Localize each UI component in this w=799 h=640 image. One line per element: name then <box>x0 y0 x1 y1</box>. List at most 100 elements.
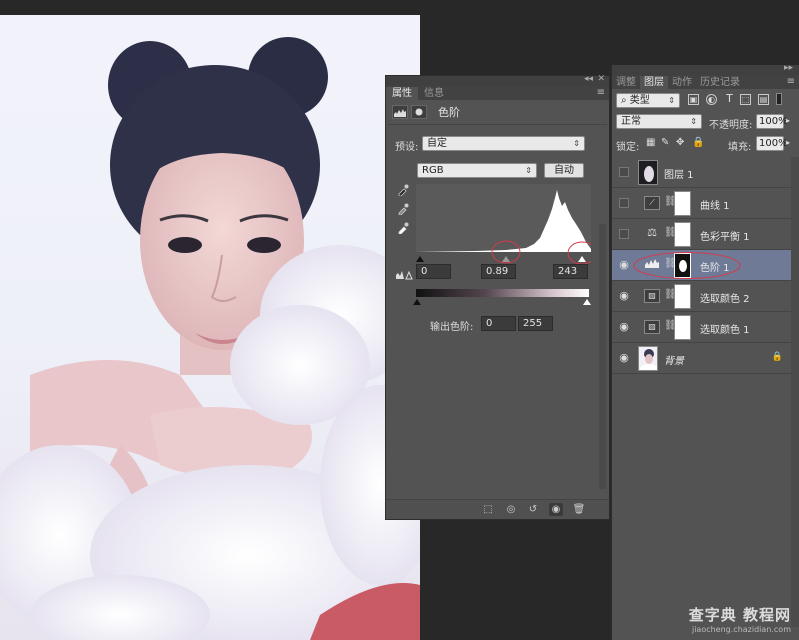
layer-row-selective-color1[interactable]: ◉ ▨ ⛓ 选取颜色 1 <box>612 312 799 343</box>
layers-tabs: 调整 图层 动作 历史记录 ≡ <box>612 75 799 89</box>
visibility-eye-icon[interactable]: ◉ <box>549 503 563 516</box>
lock-icon: 🔒 <box>771 352 783 362</box>
histogram <box>416 184 591 264</box>
eye-icon[interactable]: ◉ <box>617 320 631 334</box>
tab-layers[interactable]: 图层 <box>640 76 668 89</box>
collapse-icon[interactable]: ◂◂ <box>584 74 593 84</box>
lock-transparent-icon[interactable]: ▦ <box>646 137 655 148</box>
panel-titlebar[interactable]: ◂◂ ✕ <box>386 74 609 86</box>
eye-icon[interactable]: ◉ <box>617 258 631 272</box>
watermark: 查字典 教程网 jiaocheng.chazidian.com <box>689 604 791 634</box>
lock-pixels-icon[interactable]: ✎ <box>661 137 669 148</box>
chevron-updown-icon: ⇕ <box>668 96 675 105</box>
input-white-field[interactable]: 243 <box>553 264 588 279</box>
layer-row-selective-color2[interactable]: ◉ ▨ ⛓ 选取颜色 2 <box>612 281 799 312</box>
layer-mask-icon[interactable] <box>411 105 427 119</box>
white-point-eyedropper-icon[interactable] <box>397 222 409 234</box>
gray-point-eyedropper-icon[interactable] <box>397 203 409 215</box>
collapse-icon[interactable]: ▸▸ <box>784 63 793 73</box>
tab-history[interactable]: 历史记录 <box>696 76 744 89</box>
filter-value: 类型 <box>629 95 650 106</box>
input-black-field[interactable]: 0 <box>416 264 451 279</box>
layer-name[interactable]: 背景 <box>664 352 684 367</box>
visibility-toggle[interactable] <box>619 198 629 208</box>
layer-filter-row: ⌕ 类型 ⇕ ▣ ◐ T ⬚ ▤ <box>616 93 795 109</box>
preset-select[interactable]: 自定 ⇕ <box>422 136 585 151</box>
smart-object-filter-icon[interactable]: ▤ <box>758 94 769 105</box>
reset-icon[interactable]: ↺ <box>526 503 540 516</box>
layer-mask-thumbnail[interactable] <box>674 191 691 216</box>
curves-adjustment-icon: ⟋ <box>644 196 660 210</box>
close-icon[interactable]: ✕ <box>597 74 605 84</box>
filter-kind-select[interactable]: ⌕ 类型 ⇕ <box>616 93 680 108</box>
lock-row: 锁定: ▦ ✎ ✥ 🔒 填充: 100% ▸ <box>616 136 795 153</box>
channel-select[interactable]: RGB ⇕ <box>417 163 537 178</box>
watermark-url: jiaocheng.chazidian.com <box>691 625 791 634</box>
layer-mask-thumbnail[interactable] <box>674 222 691 247</box>
layer-name[interactable]: 曲线 1 <box>700 197 730 212</box>
clipping-warning-icon[interactable] <box>395 268 413 280</box>
type-filter-icon[interactable]: T <box>724 93 735 105</box>
layer-name[interactable]: 选取颜色 2 <box>700 290 750 305</box>
output-white-field[interactable]: 255 <box>518 316 553 331</box>
tab-info[interactable]: 信息 <box>418 87 450 100</box>
fill-dropdown-icon[interactable]: ▸ <box>786 138 790 147</box>
selective-color-icon: ▨ <box>644 289 660 303</box>
chevron-updown-icon: ⇕ <box>573 139 580 148</box>
eye-icon[interactable]: ◉ <box>617 289 631 303</box>
adjustment-filter-icon[interactable]: ◐ <box>706 94 717 105</box>
pixel-filter-icon[interactable]: ▣ <box>688 94 699 105</box>
trash-icon[interactable]: 🗑 <box>572 503 586 516</box>
panel-menu-icon[interactable]: ≡ <box>597 87 605 98</box>
properties-tabs: 属性 信息 ≡ <box>386 86 609 100</box>
lock-all-icon[interactable]: 🔒 <box>692 137 704 148</box>
output-black-field[interactable]: 0 <box>481 316 516 331</box>
layer-mask-thumbnail[interactable] <box>674 284 691 309</box>
fill-field[interactable]: 100% <box>756 136 788 151</box>
visibility-toggle[interactable] <box>619 229 629 239</box>
layer-row-levels1[interactable]: ◉ ⛓ 色阶 1 <box>612 250 799 281</box>
layer-name[interactable]: 图层 1 <box>664 166 694 181</box>
auto-button[interactable]: 自动 <box>544 163 584 178</box>
blend-mode-select[interactable]: 正常 ⇕ <box>616 114 702 129</box>
layer-name[interactable]: 选取颜色 1 <box>700 321 750 336</box>
layers-scrollbar[interactable] <box>791 157 799 627</box>
black-point-eyedropper-icon[interactable] <box>397 184 409 196</box>
opacity-dropdown-icon[interactable]: ▸ <box>786 116 790 125</box>
photo-canvas[interactable] <box>0 15 420 640</box>
output-levels-label: 输出色阶: <box>430 322 474 333</box>
panel-title: 色阶 <box>438 106 460 119</box>
visibility-toggle[interactable] <box>619 167 629 177</box>
layer-row-curves1[interactable]: ⟋ ⛓ 曲线 1 <box>612 188 799 219</box>
properties-scrollbar[interactable] <box>599 224 606 489</box>
divider <box>388 124 607 125</box>
layer-row-background[interactable]: ◉ 背景 🔒 <box>612 343 799 374</box>
layer-name[interactable]: 色彩平衡 1 <box>700 228 750 243</box>
shape-filter-icon[interactable]: ⬚ <box>740 94 751 105</box>
portrait-photo <box>0 37 420 640</box>
view-previous-icon[interactable]: ◎ <box>504 503 518 516</box>
opacity-field[interactable]: 100% <box>756 114 788 129</box>
panel-menu-icon[interactable]: ≡ <box>787 76 795 87</box>
properties-header: 色阶 <box>386 100 609 124</box>
lock-position-icon[interactable]: ✥ <box>676 137 684 148</box>
layer-mask-thumbnail[interactable] <box>674 315 691 340</box>
tab-actions[interactable]: 动作 <box>668 76 696 89</box>
blend-row: 正常 ⇕ 不透明度: 100% ▸ <box>616 114 795 131</box>
tab-adjustments[interactable]: 调整 <box>612 76 640 89</box>
clip-to-layer-icon[interactable]: ⬚ <box>481 503 495 516</box>
layer-row-color-balance1[interactable]: ⚖ ⛓ 色彩平衡 1 <box>612 219 799 250</box>
output-sliders[interactable] <box>413 297 593 305</box>
layers-titlebar[interactable]: ▸▸ <box>612 63 799 75</box>
levels-adjustment-icon[interactable] <box>392 105 408 119</box>
layers-panel: ▸▸ 调整 图层 动作 历史记录 ≡ ⌕ 类型 ⇕ ▣ ◐ T ⬚ ▤ 正常 ⇕… <box>611 63 799 640</box>
layer-row-layer1[interactable]: 图层 1 <box>612 157 799 188</box>
eye-icon[interactable]: ◉ <box>617 351 631 365</box>
selective-color-icon: ▨ <box>644 320 660 334</box>
watermark-title: 查字典 教程网 <box>688 606 791 624</box>
highlight-circle <box>633 252 741 279</box>
tab-properties[interactable]: 属性 <box>386 87 418 100</box>
input-gamma-field[interactable]: 0.89 <box>481 264 516 279</box>
filter-toggle[interactable] <box>776 93 782 105</box>
color-balance-icon: ⚖ <box>647 226 657 239</box>
